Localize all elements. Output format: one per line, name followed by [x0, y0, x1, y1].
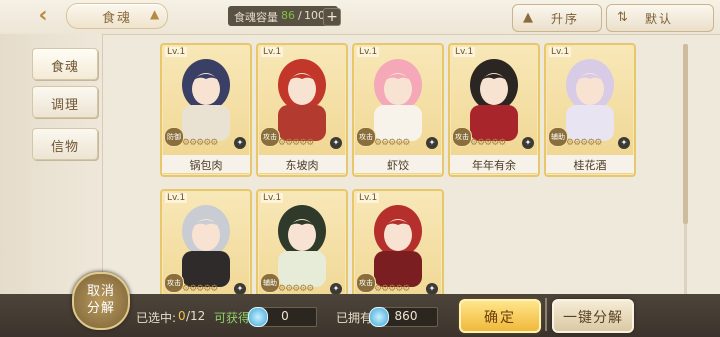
skill-gears-icon: ⚙⚙⚙⚙⚙	[278, 284, 314, 294]
name-band: 桂花酒	[546, 155, 634, 173]
name-band: 年年有余	[450, 155, 538, 173]
skill-gears-icon: ⚙⚙⚙⚙⚙	[278, 138, 314, 148]
role-badge: 辅助	[260, 273, 280, 293]
role-badge: 攻击	[164, 273, 184, 293]
card-level: Lv.1	[165, 193, 188, 203]
obtainable-label: 可获得	[214, 311, 251, 325]
food-soul-grid: Lv.1 防御 ⚙⚙⚙⚙⚙ ✦ 锅包肉 Lv.1 攻击 ⚙⚙⚙⚙⚙ ✦ 东坡肉 Lv.1 攻击 ⚙⚙⚙⚙…	[103, 34, 720, 323]
owned-value: 860	[394, 309, 418, 323]
sidebar-item-cuisine[interactable]: 调理	[32, 86, 98, 118]
element-icon: ✦	[426, 137, 438, 149]
confirm-label: 确定	[484, 310, 516, 326]
food-soul-card[interactable]: Lv.1 辅助 ⚙⚙⚙⚙⚙ ✦ 桂花酒	[544, 43, 636, 177]
confirm-button[interactable]: 确定	[459, 299, 541, 333]
role-badge: 攻击	[356, 127, 376, 147]
cancel-label: 取消 分解	[86, 284, 115, 316]
top-bar: ‹ 食魂 ▲ 食魂容量 86 / 1000 + ▲ 升序 ⇅ 默认	[0, 0, 720, 35]
capacity-display: 食魂容量 86 / 1000	[228, 6, 338, 26]
divider	[545, 298, 547, 331]
card-level: Lv.1	[165, 47, 188, 57]
name-band: 东坡肉	[258, 155, 346, 173]
sort-ascending-button[interactable]: ▲ 升序	[512, 4, 602, 32]
selected-max: /12	[186, 309, 206, 323]
skill-gears-icon: ⚙⚙⚙⚙⚙	[374, 284, 410, 294]
scrollbar-thumb[interactable]	[683, 44, 688, 224]
cancel-decompose-button[interactable]: 取消 分解	[72, 272, 130, 330]
sidebar-item-label: 调理	[50, 98, 79, 113]
capacity-current: 86	[281, 9, 295, 22]
portrait-body	[470, 105, 518, 141]
add-capacity-button[interactable]: +	[323, 8, 341, 26]
food-soul-card[interactable]: Lv.1 攻击 ⚙⚙⚙⚙⚙ ✦ 东坡肉	[256, 43, 348, 177]
role-badge: 攻击	[260, 127, 280, 147]
card-level: Lv.1	[261, 47, 284, 57]
owned-field: 860	[369, 307, 438, 327]
card-level: Lv.1	[453, 47, 476, 57]
sort-toggle-icon: ⇅	[617, 10, 628, 25]
sidebar-item-label: 食魂	[50, 60, 79, 75]
food-soul-card[interactable]: Lv.1 攻击 ⚙⚙⚙⚙⚙ ✦ 年年有余	[448, 43, 540, 177]
portrait-body	[182, 105, 230, 141]
element-icon: ✦	[618, 137, 630, 149]
portrait-body	[374, 251, 422, 287]
portrait-body	[278, 251, 326, 287]
element-icon: ✦	[234, 137, 246, 149]
page: ‹ 食魂 ▲ 食魂容量 86 / 1000 + ▲ 升序 ⇅ 默认 食魂 调理 …	[0, 0, 720, 337]
card-level: Lv.1	[261, 193, 284, 203]
skill-gears-icon: ⚙⚙⚙⚙⚙	[470, 138, 506, 148]
card-level: Lv.1	[357, 193, 380, 203]
portrait-body	[566, 105, 614, 141]
card-level: Lv.1	[357, 47, 380, 57]
crown-icon: ▲	[150, 7, 160, 21]
skill-gears-icon: ⚙⚙⚙⚙⚙	[182, 138, 218, 148]
name-band: 虾饺	[354, 155, 442, 173]
skill-gears-icon: ⚙⚙⚙⚙⚙	[566, 138, 602, 148]
name-band: 锅包肉	[162, 155, 250, 173]
owned-label: 已拥有	[336, 311, 373, 325]
selected-label: 已选中:	[136, 311, 177, 325]
capacity-separator: /	[298, 9, 302, 22]
one-key-label: 一键分解	[563, 310, 623, 326]
role-badge: 防御	[164, 127, 184, 147]
role-badge: 辅助	[548, 127, 568, 147]
obtainable-field: 0	[248, 307, 317, 327]
role-badge: 攻击	[452, 127, 472, 147]
sort-asc-label: 升序	[551, 12, 580, 26]
one-key-decompose-button[interactable]: 一键分解	[552, 299, 634, 333]
sidebar-item-food-soul[interactable]: 食魂	[32, 48, 98, 80]
sidebar-item-label: 信物	[50, 140, 79, 155]
role-badge: 攻击	[356, 273, 376, 293]
portrait-body	[278, 105, 326, 141]
element-icon: ✦	[330, 137, 342, 149]
portrait-body	[374, 105, 422, 141]
skill-gears-icon: ⚙⚙⚙⚙⚙	[374, 138, 410, 148]
capacity-label: 食魂容量	[234, 11, 278, 24]
sort-asc-icon: ▲	[523, 10, 533, 25]
card-name: 东坡肉	[285, 159, 319, 172]
sort-default-button[interactable]: ⇅ 默认	[606, 4, 714, 32]
selected-value: 0	[178, 309, 186, 323]
card-name: 桂花酒	[573, 159, 607, 172]
sort-default-label: 默认	[645, 12, 674, 26]
portrait-body	[182, 251, 230, 287]
obtainable-value: 0	[281, 309, 289, 323]
food-soul-card[interactable]: Lv.1 攻击 ⚙⚙⚙⚙⚙ ✦ 虾饺	[352, 43, 444, 177]
food-soul-card[interactable]: Lv.1 防御 ⚙⚙⚙⚙⚙ ✦ 锅包肉	[160, 43, 252, 177]
card-level: Lv.1	[549, 47, 572, 57]
back-arrow-icon[interactable]: ‹	[30, 4, 56, 28]
skill-gears-icon: ⚙⚙⚙⚙⚙	[182, 284, 218, 294]
card-name: 年年有余	[472, 159, 516, 172]
element-icon: ✦	[522, 137, 534, 149]
sidebar-item-token[interactable]: 信物	[32, 128, 98, 160]
card-name: 锅包肉	[189, 159, 223, 172]
card-name: 虾饺	[387, 159, 409, 172]
